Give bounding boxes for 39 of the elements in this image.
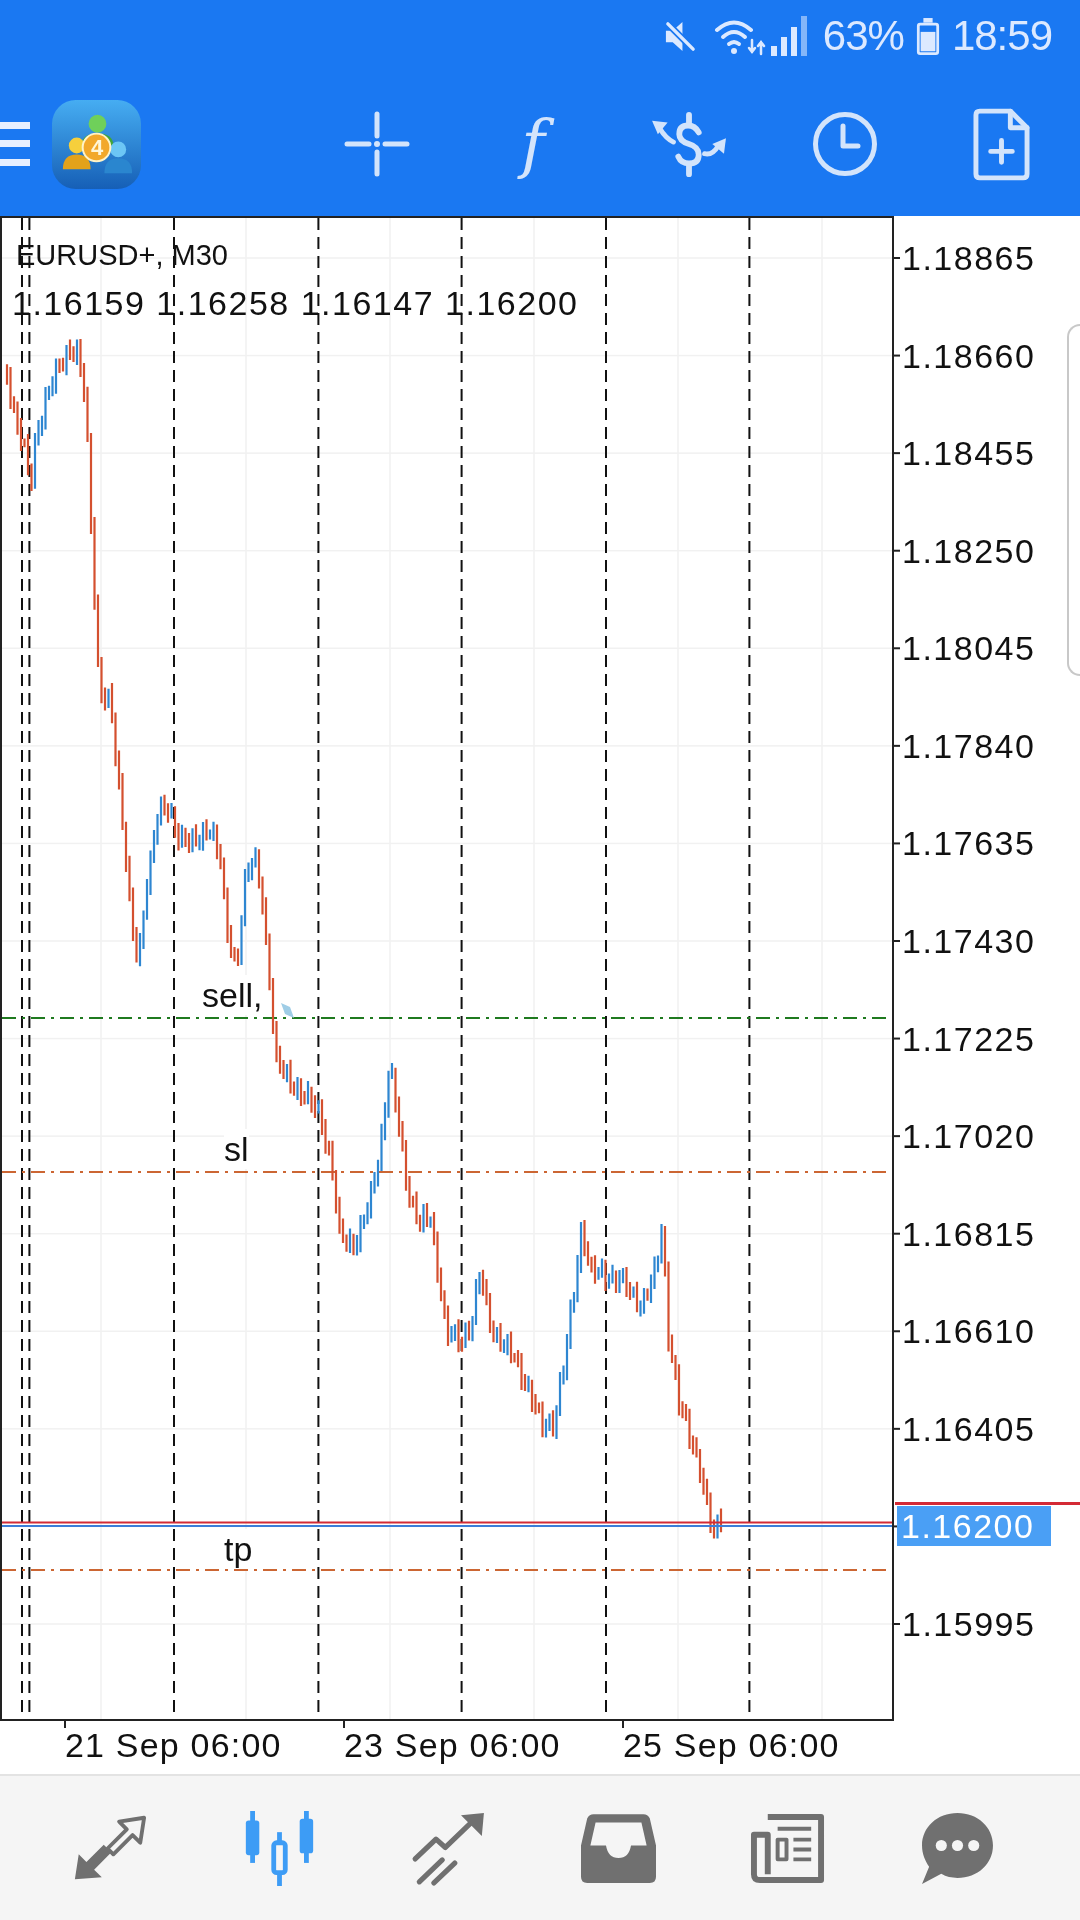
level-label: sell, (202, 975, 263, 1015)
time-axis-label: 23 Sep 06:00 (344, 1725, 561, 1765)
price-axis-label: 1.18660 (902, 335, 1036, 376)
dollar-exchange-icon[interactable] (650, 109, 728, 179)
clock-time: 18:59 (951, 15, 1052, 57)
edge-panel-handle[interactable] (1067, 324, 1080, 676)
ohlc-values: 1.16159 1.16258 1.16147 1.16200 (12, 283, 579, 323)
price-axis-label: 1.16610 (902, 1311, 1036, 1352)
price-axis-label: 1.18455 (902, 433, 1036, 474)
chart-symbol: EURUSD+, M30 (16, 238, 228, 273)
level-label: sl (224, 1129, 249, 1169)
new-document-icon[interactable] (972, 107, 1030, 181)
time-axis-label: 25 Sep 06:00 (623, 1725, 840, 1765)
price-axis-label: 1.17020 (902, 1116, 1036, 1157)
price-axis-label: 1.16405 (902, 1408, 1036, 1449)
current-price-tag: 1.16200 (897, 1506, 1051, 1547)
trend-arrow-icon[interactable] (411, 1810, 487, 1886)
clock-icon[interactable] (812, 111, 878, 177)
price-axis-label: 1.17430 (902, 921, 1036, 961)
level-label: tp (224, 1529, 253, 1569)
price-axis-label: 1.17225 (902, 1018, 1036, 1059)
menu-icon[interactable] (0, 122, 30, 166)
price-axis-label: 1.15995 (902, 1603, 1036, 1644)
function-button[interactable]: f (507, 100, 559, 188)
price-axis-label: 1.18865 (902, 238, 1036, 278)
battery-icon (915, 17, 940, 55)
crosshair-icon[interactable] (344, 111, 410, 177)
price-axis-label: 1.17635 (902, 823, 1036, 864)
battery-percent: 63% (822, 15, 904, 57)
price-axis-label: 1.18045 (902, 628, 1036, 669)
price-axis-label: 1.18250 (902, 530, 1036, 571)
signal-icon (769, 16, 808, 56)
time-axis-label: 21 Sep 06:00 (65, 1725, 282, 1765)
app-logo-icon (52, 99, 141, 189)
trade-marker-icon (281, 1003, 294, 1018)
price-axis-label: 1.16815 (902, 1213, 1036, 1254)
logo-badge-number: 4 (89, 134, 105, 161)
chat-bubble-icon[interactable] (919, 1810, 995, 1886)
price-axis-label: 1.17840 (902, 725, 1036, 766)
